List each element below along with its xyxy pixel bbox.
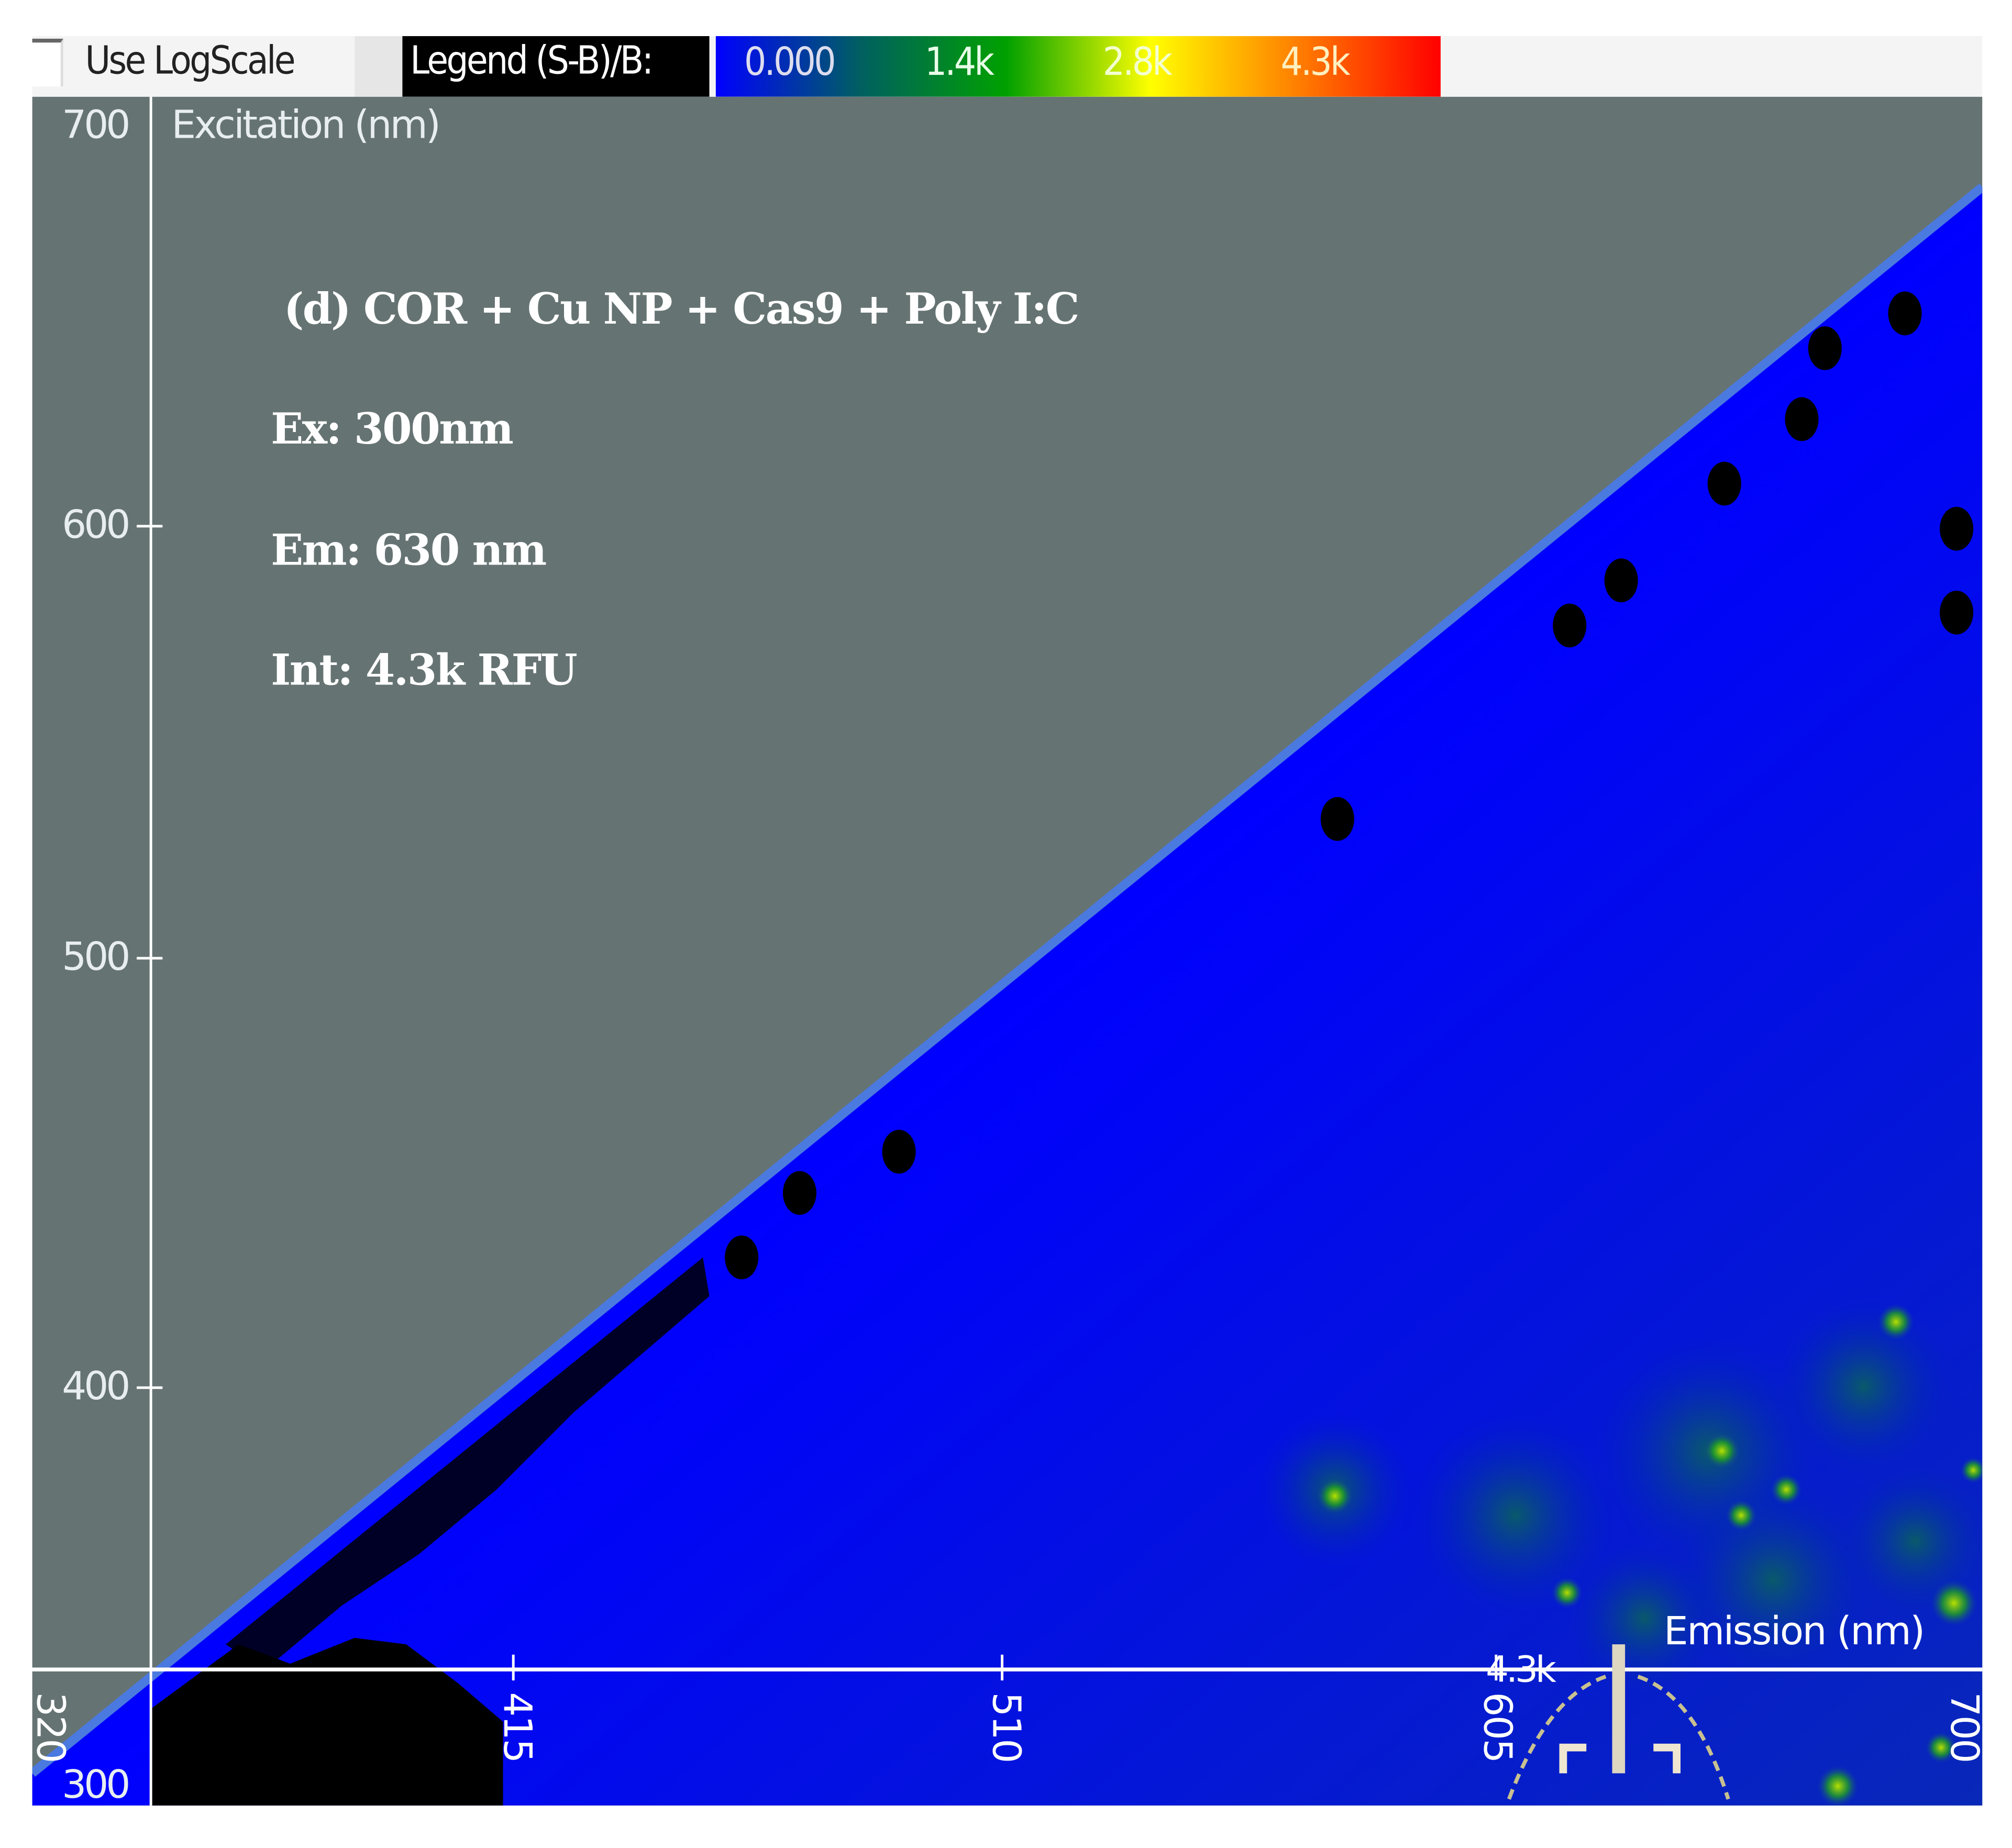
emission-annotation: Em: 630 nm	[271, 525, 547, 576]
x-tick-label: 510	[982, 1692, 1028, 1762]
x-tick-label: 415	[494, 1692, 539, 1762]
cursor-handle[interactable]	[1612, 1644, 1626, 1774]
y-tick	[137, 957, 163, 960]
y-tick-label: 600	[62, 503, 130, 548]
low-signal-spot	[1320, 797, 1354, 841]
toolbar-spacer	[355, 36, 403, 97]
legend-label-box: Legend (S-B)/B:	[402, 36, 710, 97]
colorbar-tick: 0.000	[744, 40, 836, 85]
heatmap-plot[interactable]	[32, 96, 1983, 1806]
cursor-readout: 4.3k	[1486, 1648, 1556, 1691]
fluorescence-spot	[1726, 1500, 1757, 1531]
colorbar-tick: 4.3k	[1280, 40, 1351, 85]
low-signal-spot	[882, 1130, 916, 1174]
background-signal	[1773, 1296, 1954, 1477]
x-tick-label: 700	[1941, 1692, 1986, 1762]
y-tick-label: 500	[62, 935, 130, 980]
y-tick-label: 700	[62, 103, 130, 149]
colorbar: 0.000 1.4k 2.8k 4.3k	[715, 36, 1441, 97]
y-axis-title: Excitation (nm)	[171, 103, 441, 149]
low-signal-spot	[1940, 506, 1974, 551]
fluorescence-spot	[1817, 1765, 1859, 1806]
intensity-annotation: Int: 4.3k RFU	[271, 645, 578, 695]
low-signal-spot	[1940, 590, 1974, 635]
fluorescence-spot	[1704, 1433, 1740, 1469]
chart-title: (d) COR + Cu NP + Cas9 + Poly I:C	[283, 283, 1080, 334]
low-signal-spot	[1808, 326, 1842, 370]
crosshair-corner-icon	[1559, 1743, 1587, 1774]
fluorescence-spot	[1317, 1478, 1353, 1514]
fluorescence-spot	[1551, 1577, 1583, 1609]
y-tick	[137, 525, 163, 528]
x-tick	[512, 1654, 515, 1681]
fluorescence-spot	[1877, 1303, 1914, 1340]
low-signal-spot	[1785, 397, 1819, 441]
x-tick-label: 320	[27, 1692, 72, 1762]
low-signal-spot	[725, 1235, 759, 1280]
colorbar-tick: 1.4k	[924, 40, 994, 85]
log-scale-checkbox[interactable]	[32, 38, 63, 87]
excitation-annotation: Ex: 300nm	[271, 403, 514, 454]
legend-label: Legend (S-B)/B:	[410, 38, 654, 84]
y-tick-label: 300	[62, 1763, 130, 1808]
low-signal-spot	[1604, 558, 1638, 603]
x-tick	[1001, 1654, 1004, 1681]
log-scale-label[interactable]: Use LogScale	[85, 39, 296, 84]
low-signal-spot	[1553, 603, 1587, 648]
crosshair-corner-icon	[1653, 1743, 1681, 1774]
low-signal-spot	[782, 1171, 816, 1215]
colorbar-tick: 2.8k	[1102, 40, 1173, 85]
low-signal-spot	[1707, 461, 1741, 506]
fluorescence-spot	[1771, 1474, 1802, 1506]
y-axis-line	[149, 96, 152, 1806]
y-tick	[137, 1386, 163, 1389]
fluorescence-spot	[1930, 1579, 1977, 1626]
y-tick-label: 400	[62, 1364, 130, 1410]
low-signal-spot	[1888, 291, 1922, 336]
